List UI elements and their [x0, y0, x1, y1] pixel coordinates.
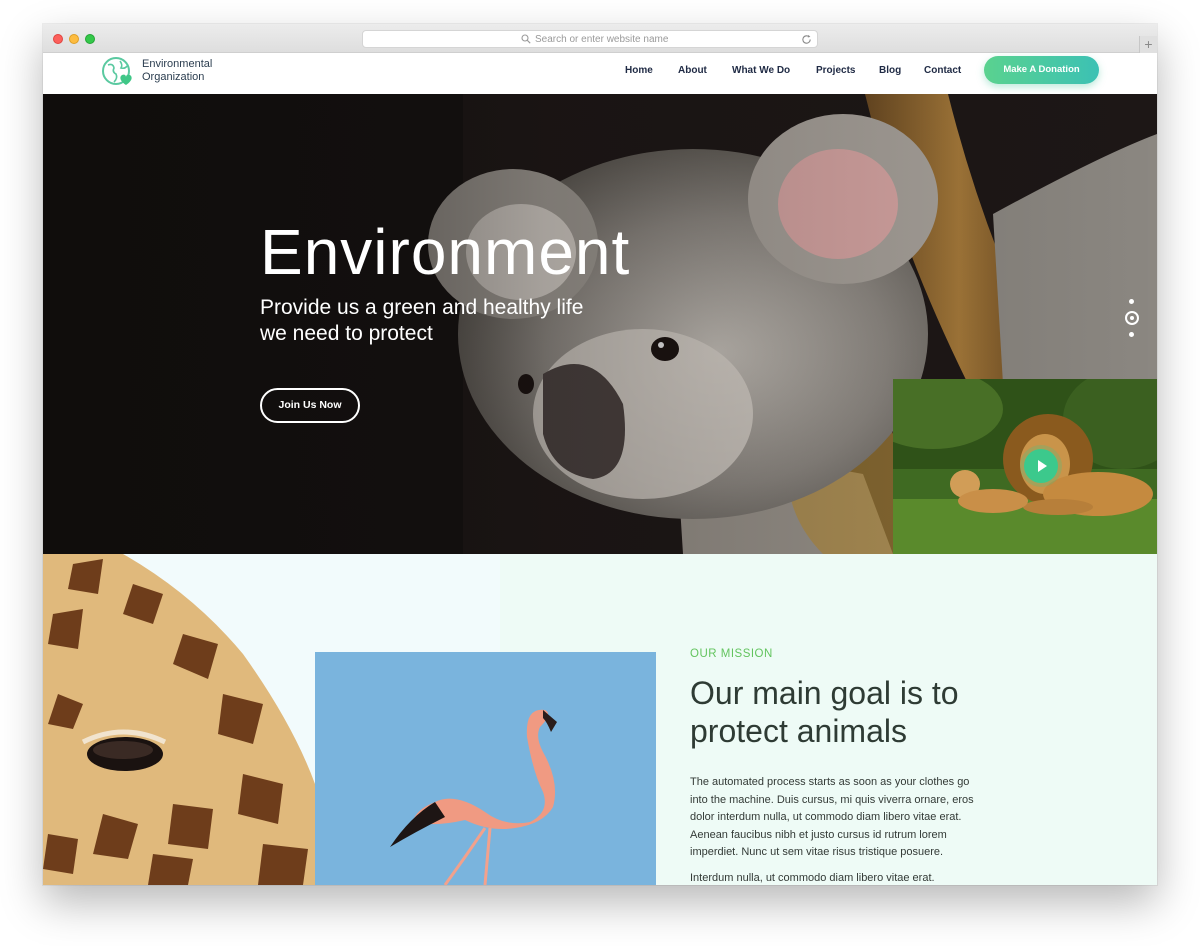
mission-body: The automated process starts as soon as … [690, 774, 974, 862]
hero-section: Environment Provide us a green and healt… [43, 94, 1157, 554]
mission-section: OUR MISSION Our main goal is to protect … [43, 554, 1157, 885]
maximize-window-button[interactable] [85, 34, 95, 44]
close-window-button[interactable] [53, 34, 63, 44]
mission-body-2: Interdum nulla, ut commodo diam libero v… [690, 872, 935, 884]
logo-globe-heart-icon[interactable] [100, 55, 136, 89]
flamingo-image [315, 652, 656, 885]
lion-video-thumbnail[interactable] [893, 379, 1157, 554]
giraffe-image [43, 554, 315, 885]
nav-projects[interactable]: Projects [816, 65, 855, 76]
mission-body-line: imperdiet. Nunc ut sem vitae risus trist… [690, 846, 944, 858]
mission-body-line: dolor interdum nulla, ut commodo diam li… [690, 811, 962, 823]
nav-home[interactable]: Home [625, 65, 653, 76]
logo-wordmark[interactable]: Environmental Organization [142, 58, 212, 84]
minimize-window-button[interactable] [69, 34, 79, 44]
hero-subtitle: Provide us a green and healthy life we n… [260, 295, 583, 347]
address-placeholder: Search or enter website name [535, 34, 669, 45]
mission-body-line: into the machine. Duis cursus, mi quis v… [690, 793, 974, 806]
hero-subtitle-line-1: Provide us a green and healthy life [260, 296, 584, 319]
hero-subtitle-line-2: we need to protect [260, 322, 433, 345]
logo-line-2: Organization [142, 71, 205, 83]
hero-title: Environment [260, 216, 631, 288]
make-donation-button[interactable]: Make A Donation [984, 56, 1099, 84]
mission-title-line-2: protect animals [690, 713, 907, 749]
browser-window: Search or enter website name + Environme… [43, 24, 1157, 885]
slider-dot-1[interactable] [1129, 299, 1134, 304]
reload-icon[interactable] [801, 34, 812, 45]
nav-about[interactable]: About [678, 65, 707, 76]
slider-dot-2-active[interactable] [1125, 311, 1139, 325]
mission-body-line: Aenean faucibus nibh et justo cursus id … [690, 828, 947, 841]
nav-blog[interactable]: Blog [879, 65, 901, 76]
join-us-now-button[interactable]: Join Us Now [260, 388, 360, 423]
site-header: Environmental Organization Home About Wh… [43, 53, 1157, 94]
nav-what-we-do[interactable]: What We Do [732, 65, 790, 76]
play-icon[interactable] [1024, 449, 1058, 483]
mission-body-line: The automated process starts as soon as … [690, 776, 970, 788]
address-bar[interactable]: Search or enter website name [362, 30, 818, 48]
logo-line-1: Environmental [142, 58, 213, 70]
flamingo-image-card [315, 652, 656, 885]
mission-title-line-1: Our main goal is to [690, 675, 959, 711]
browser-toolbar: Search or enter website name + [43, 24, 1157, 53]
slider-dot-3[interactable] [1129, 332, 1134, 337]
mission-title: Our main goal is to protect animals [690, 674, 959, 750]
new-tab-button[interactable]: + [1139, 36, 1157, 53]
mission-label: OUR MISSION [690, 648, 773, 660]
search-icon [521, 34, 531, 44]
nav-contact[interactable]: Contact [924, 65, 961, 76]
